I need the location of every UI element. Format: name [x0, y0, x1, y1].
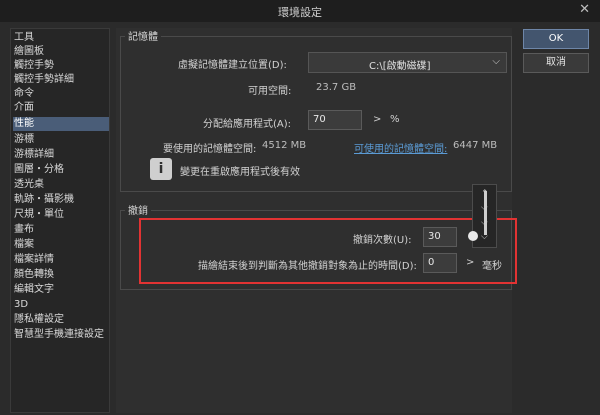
sidebar-item-tool[interactable]: 工具 — [13, 31, 109, 45]
window-title: 環境設定 — [278, 6, 322, 19]
sidebar-item-performance[interactable]: 性能 — [13, 117, 109, 131]
sidebar-item-light-table[interactable]: 透光桌 — [13, 178, 109, 192]
vm-location-value: C:\[啟動磁碟] — [369, 61, 431, 72]
sidebar-item-touch-gesture[interactable]: 觸控手勢 — [13, 59, 109, 73]
sidebar-item-edit-text[interactable]: 編輯文字 — [13, 283, 109, 297]
alloc-label: 分配給應用程式(A): — [203, 119, 292, 130]
slider-knob[interactable] — [468, 231, 478, 241]
sidebar-item-track-camera[interactable]: 軌跡・攝影機 — [13, 193, 109, 207]
sidebar-item-file[interactable]: 檔案 — [13, 238, 109, 252]
chevron-up-icon[interactable]: ⌃ — [481, 189, 489, 199]
sidebar-item-ruler-unit[interactable]: 尺規・單位 — [13, 208, 109, 222]
free-space-value: 23.7 GB — [316, 82, 357, 93]
sidebar-item-file-detail[interactable]: 檔案詳情 — [13, 253, 109, 267]
category-sidebar: 工具 繪圖板 觸控手勢 觸控手勢詳細 命令 介面 性能 游標 游標詳細 圖層・分… — [10, 28, 110, 413]
sidebar-item-interface[interactable]: 介面 — [13, 101, 109, 115]
undo-count-label: 撤銷次數(U): — [353, 235, 412, 246]
sidebar-item-cursor[interactable]: 游標 — [13, 133, 109, 147]
sidebar-item-tablet[interactable]: 繪圖板 — [13, 45, 109, 59]
alloc-arrow-icon[interactable]: > — [373, 114, 381, 125]
restart-notice: 變更在重啟應用程式後有效 — [180, 167, 300, 178]
sidebar-item-touch-gesture-detail[interactable]: 觸控手勢詳細 — [13, 73, 109, 87]
chevron-down-icon[interactable]: ⌵ — [481, 203, 488, 213]
highlight-box — [139, 218, 517, 284]
close-icon[interactable]: ✕ — [579, 2, 590, 17]
vm-location-select[interactable]: C:\[啟動磁碟] ⌵ — [308, 52, 507, 73]
sidebar-item-cursor-detail[interactable]: 游標詳細 — [13, 148, 109, 162]
sidebar-item-command[interactable]: 命令 — [13, 87, 109, 101]
info-icon: i — [150, 158, 172, 180]
available-memory-value: 6447 MB — [453, 140, 498, 151]
alloc-input[interactable]: 70 — [308, 110, 362, 130]
cancel-button[interactable]: 取消 — [523, 53, 589, 73]
used-memory-label: 要使用的記憶體空間: — [163, 144, 257, 155]
undo-time-unit: 毫秒 — [482, 261, 502, 272]
vm-location-label: 虛擬記憶體建立位置(D): — [178, 60, 287, 71]
chevron-down-icon[interactable]: ⌵ — [481, 232, 488, 242]
sidebar-item-3d[interactable]: 3D — [13, 298, 109, 312]
free-space-label: 可用空間: — [248, 86, 292, 97]
sidebar-item-canvas[interactable]: 畫布 — [13, 223, 109, 237]
sidebar-item-smartphone-connect[interactable]: 智慧型手機連接設定 — [13, 328, 109, 342]
ok-button[interactable]: OK — [523, 29, 589, 49]
undo-time-input[interactable]: 0 — [423, 253, 457, 273]
chevron-down-icon[interactable]: ⌵ — [481, 218, 488, 228]
used-memory-value: 4512 MB — [262, 140, 307, 151]
undo-count-input[interactable]: 30 — [423, 227, 457, 247]
available-memory-link[interactable]: 可使用的記憶體空間: — [354, 140, 447, 155]
undo-time-arrow-icon[interactable]: > — [466, 257, 474, 268]
alloc-unit: % — [390, 114, 400, 125]
undo-time-label: 描繪結束後到判斷為其他撤銷對象為止的時間(D): — [198, 261, 417, 272]
memory-group-title: 記憶體 — [125, 28, 161, 43]
sidebar-item-layer-frame[interactable]: 圖層・分格 — [13, 163, 109, 177]
sidebar-item-color-conversion[interactable]: 顏色轉換 — [13, 268, 109, 282]
undo-group-title: 撤銷 — [125, 202, 151, 217]
sidebar-item-privacy[interactable]: 隱私權設定 — [13, 313, 109, 327]
chevron-down-icon: ⌵ — [492, 56, 500, 67]
title-bar: 環境設定 ✕ — [0, 0, 600, 22]
